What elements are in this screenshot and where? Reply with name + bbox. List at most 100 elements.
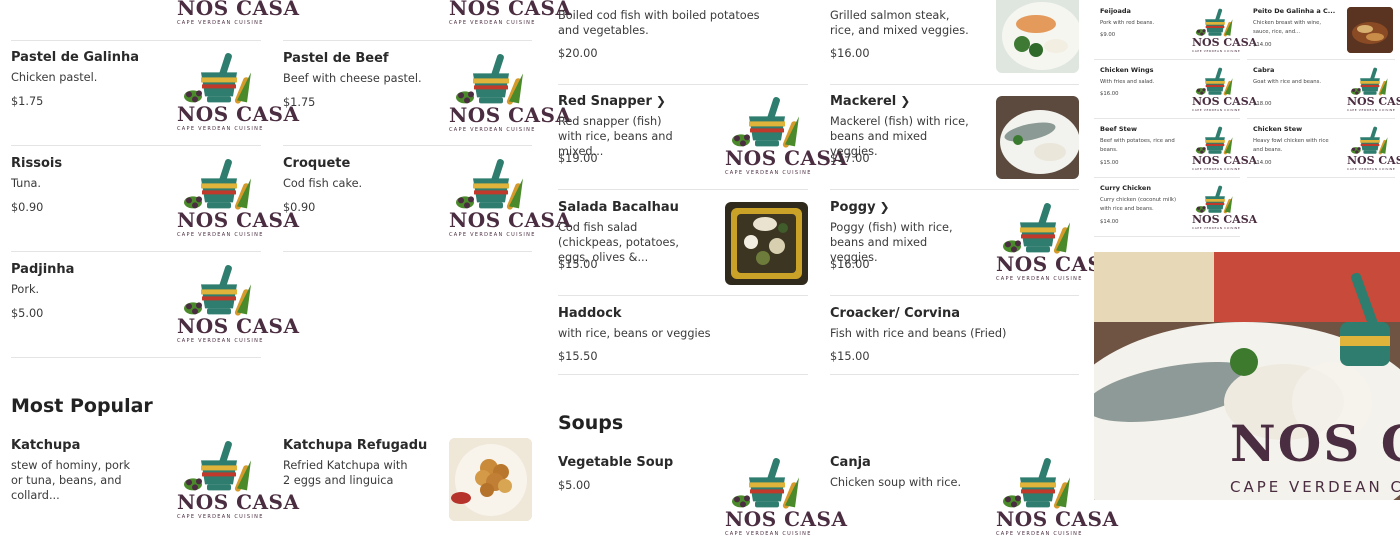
menu-item-name: Croacker/ Corvina: [830, 306, 960, 321]
menu-item-card[interactable]: Padjinha Pork. $5.00 NOS CASA CAPE VERDE…: [11, 252, 299, 358]
menu-item-card[interactable]: Rissois Tuna. $0.90 NOS CASA CAPE VERDEA…: [11, 146, 299, 252]
nos-casa-logo: NOS CASA CAPE VERDEAN CUISINE: [1347, 66, 1400, 112]
mini-menu-item-card[interactable]: Chicken Stew Heavy fowl chicken with rice…: [1247, 119, 1400, 178]
mini-menu-item-card[interactable]: Curry Chicken Curry chicken (coconut milk…: [1094, 178, 1257, 237]
mini-item-description: Pork with red beans.: [1100, 20, 1155, 26]
mini-item-description: Chicken breast with wine, sauce, rice, a…: [1253, 20, 1322, 35]
menu-item-card[interactable]: Poggy ❯ Poggy (fish) with rice, beans and…: [830, 190, 1118, 296]
menu-item-description: Pork.: [11, 283, 40, 296]
mini-item-description: Curry chicken (coconut milk) with rice a…: [1100, 197, 1177, 212]
menu-item-card[interactable]: Katchupa Refugadu Refried Katchupa with …: [283, 428, 532, 521]
menu-item-card[interactable]: Canja Chicken soup with rice. NOS CASA C…: [830, 445, 1118, 537]
menu-item-name: Croquete: [283, 156, 351, 171]
section-title-most-popular: Most Popular: [11, 395, 153, 417]
menu-item-name: Poggy ❯: [830, 200, 890, 215]
food-photo: [996, 96, 1079, 179]
nos-casa-logo: NOS CASA CAPE VERDEAN CUISINE: [1192, 66, 1257, 112]
nos-casa-logo: NOS CASA CAPE VERDEAN CUISINE: [1347, 125, 1400, 171]
mini-item-name: Peito De Galinha a C...: [1253, 7, 1336, 15]
menu-item-price: $17.00: [830, 152, 870, 165]
menu-item-price: $5.00: [11, 307, 44, 320]
menu-item-name: Red Snapper ❯: [558, 94, 666, 109]
nos-casa-logo: NOS CASA CAPE VERDEAN CUISINE: [996, 200, 1118, 284]
nos-casa-logo: NOS CASA CAPE VERDEAN CUISINE: [725, 94, 847, 178]
menu-item-price: $15.00: [558, 258, 598, 271]
mini-item-name: Feijoada: [1100, 7, 1131, 15]
nos-casa-logo: NOS CASA CAPE VERDEAN CUISINE: [449, 51, 571, 135]
menu-item-card[interactable]: Croquete Cod fish cake. $0.90 NOS CASA C…: [283, 146, 571, 252]
menu-item-name: Vegetable Soup: [558, 455, 674, 470]
menu-item-card[interactable]: Vegetable Soup $5.00 NOS CASA CAPE VERDE…: [558, 445, 847, 537]
section-title-soups: Soups: [558, 412, 624, 434]
menu-item-name: Padjinha: [11, 262, 75, 277]
menu-item-card[interactable]: Croacker/ Corvina Fish with rice and bea…: [830, 296, 1079, 375]
menu-item-card[interactable]: Pastel de Galinha Chicken pastel. $1.75 …: [11, 40, 299, 146]
menu-item-name: Pastel de Galinha: [11, 50, 139, 65]
menu-item-name: Rissois: [11, 156, 63, 171]
menu-item-card[interactable]: Katchupa stew of hominy, pork or tuna, b…: [11, 428, 299, 520]
menu-item-description: stew of hominy, pork or tuna, beans, and…: [11, 459, 131, 502]
menu-item-description: Tuna.: [11, 177, 42, 190]
menu-item-description: with rice, beans or veggies: [558, 327, 711, 340]
mini-item-price: $14.00: [1253, 160, 1272, 166]
mini-menu-item-card[interactable]: Cabra Goat with rice and beans. $18.00 NOS…: [1247, 60, 1400, 119]
nos-casa-logo: NOS CASA CAPE VERDEAN CUISINE: [177, 156, 299, 240]
menu-item-price: $15.00: [830, 350, 870, 363]
mini-item-name: Beef Stew: [1100, 125, 1138, 133]
food-photo: [996, 0, 1079, 73]
menu-item-price: $15.50: [558, 350, 598, 363]
menu-item-price: $20.00: [558, 47, 598, 60]
menu-item-name: Pastel de Beef: [283, 51, 389, 66]
menu-item-description: Grilled salmon steak, rice, and mixed ve…: [830, 9, 969, 37]
mini-item-description: Goat with rice and beans.: [1253, 79, 1322, 85]
menu-item-description: Boiled cod fish with boiled potatoes and…: [558, 9, 760, 37]
mini-item-price: $9.00: [1100, 32, 1116, 38]
mini-menu-item-card[interactable]: Peito De Galinha a C... Chicken breast wi…: [1247, 1, 1395, 60]
menu-item-card[interactable]: Salada Bacalhau Cod fish salad (chickpea…: [558, 190, 808, 296]
menu-item-description: Chicken pastel.: [11, 71, 98, 84]
mini-item-description: Beef with potatoes, rice and beans.: [1100, 138, 1175, 153]
mini-item-price: $14.00: [1100, 219, 1119, 225]
nos-casa-logo: NOS CASA CAPE VERDEAN CUISINE: [177, 50, 299, 134]
menu-item-description: Cod fish cake.: [283, 177, 363, 190]
menu-item-card[interactable]: Red Snapper ❯ Red snapper (fish) with ric…: [558, 84, 847, 190]
menu-item-price: $1.75: [283, 96, 316, 109]
hero-logo-word: NOS CAS: [1230, 414, 1400, 473]
menu-item-name: Katchupa: [11, 438, 81, 453]
menu-item-name: Katchupa Refugadu: [283, 438, 428, 453]
menu-item-description: Refried Katchupa with 2 eggs and linguic…: [283, 459, 408, 487]
menu-item-price: $16.00: [830, 258, 870, 271]
menu-item-price: $5.00: [558, 479, 591, 492]
mini-menu-item-card[interactable]: Chicken Wings With fries and salad. $16.00…: [1094, 60, 1257, 119]
menu-item-price: $0.90: [283, 201, 316, 214]
menu-item-description: Beef with cheese pastel.: [283, 72, 422, 85]
mini-menu-item-card[interactable]: Beef Stew Beef with potatoes, rice and be…: [1094, 119, 1257, 178]
nos-casa-logo: NOS CASA CAPE VERDEAN CUISINE: [449, 156, 571, 240]
menu-item-name: Mackerel ❯: [830, 94, 911, 109]
mini-item-name: Cabra: [1253, 66, 1275, 74]
menu-item-price: $1.75: [11, 95, 44, 108]
nos-casa-logo: NOS CASA CAPE VERDEAN CUISINE: [1192, 125, 1257, 171]
menu-item-price: $0.90: [11, 201, 44, 214]
nos-casa-logo: NOS CASA CAPE VERDEAN CUISINE: [1192, 7, 1257, 53]
food-photo: [725, 202, 808, 285]
mini-item-description: Heavy fowl chicken with rice and beans.: [1253, 138, 1329, 153]
mini-menu-item-card[interactable]: Feijoada Pork with red beans. $9.00 NOS CA…: [1094, 1, 1257, 60]
mini-item-name: Curry Chicken: [1100, 184, 1151, 192]
menu-item-card[interactable]: Pastel de Beef Beef with cheese pastel. …: [283, 40, 571, 146]
mini-item-price: $14.00: [1253, 42, 1272, 48]
menu-item-price: $16.00: [830, 47, 870, 60]
mini-item-price: $16.00: [1100, 91, 1119, 97]
hero-logo-tag: CAPE VERDEAN CU: [1230, 478, 1400, 496]
hero-image: NOS CAS CAPE VERDEAN CU: [1094, 252, 1400, 500]
nos-casa-logo: NOS CASA CAPE VERDEAN CUISINE: [177, 438, 299, 522]
menu-item-description: Chicken soup with rice.: [830, 476, 962, 489]
nos-casa-logo: NOS CASA CAPE VERDEAN CUISINE: [1192, 184, 1257, 230]
mini-item-name: Chicken Wings: [1100, 66, 1154, 74]
menu-item-price: $19.00: [558, 152, 598, 165]
menu-item-card[interactable]: Mackerel ❯ Mackerel (fish) with rice, bea…: [830, 84, 1079, 190]
mini-food-photo: [1347, 7, 1393, 53]
menu-item-card[interactable]: Haddock with rice, beans or veggies $15.…: [558, 296, 808, 375]
menu-item-logo: NOS CASA CAPE VERDEAN CUISINE: [449, 0, 572, 26]
mini-item-description: With fries and salad.: [1100, 79, 1155, 85]
